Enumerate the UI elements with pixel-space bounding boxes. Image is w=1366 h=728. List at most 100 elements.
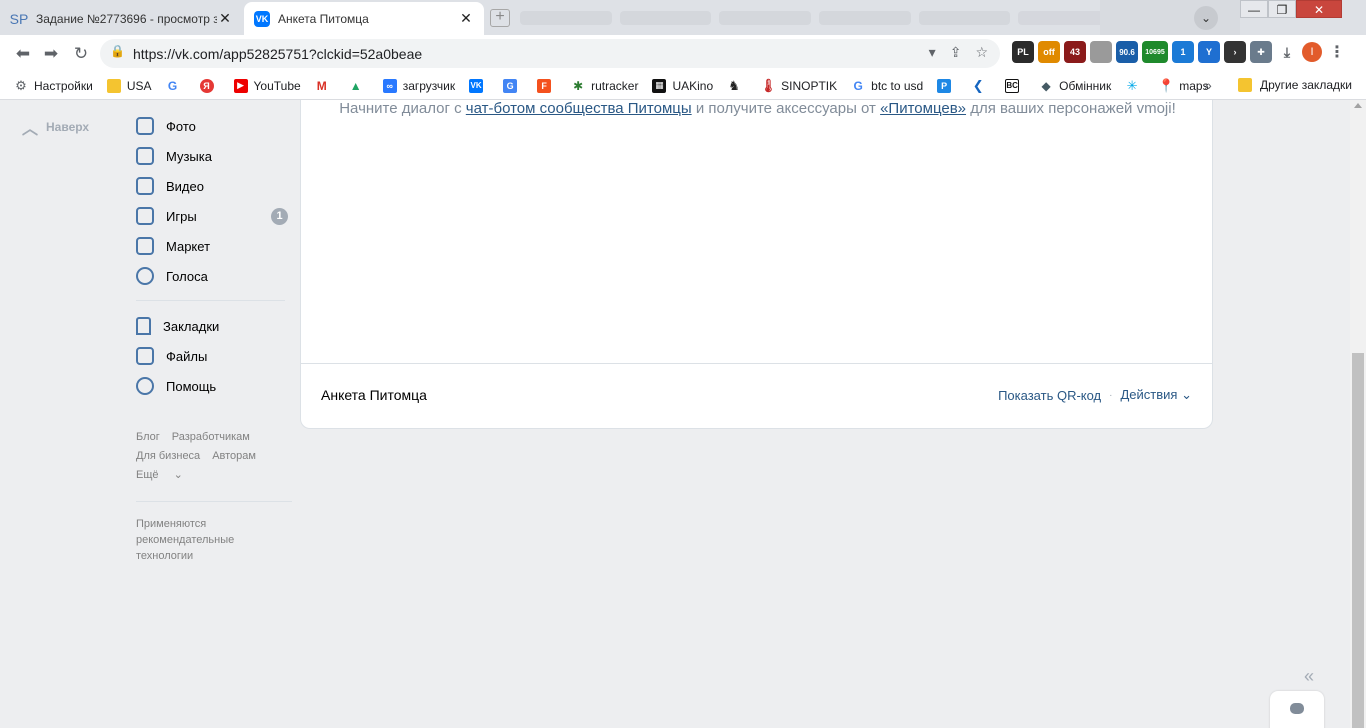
menu-item-help[interactable]: Помощь [136,371,288,401]
background-tab[interactable] [520,10,612,25]
footer-more-label: Ещё [136,469,159,481]
bookmark-gmail[interactable]: M [314,78,335,93]
menu-item-video[interactable]: Видео [136,171,288,201]
menu-item-market[interactable]: Маркет [136,231,288,261]
new-tab-button[interactable]: + [490,9,510,27]
footer-link-developers[interactable]: Разработчикам [172,431,250,443]
bookmark-vk[interactable]: VK [469,78,489,93]
menu-item-files[interactable]: Файлы [136,341,288,371]
show-qr-button[interactable]: Показать QR-код [998,388,1101,403]
bookmark-google[interactable]: G [165,78,186,93]
window-close-button[interactable]: ✕ [1296,0,1342,18]
back-arrow-icon[interactable]: ⬅ [12,43,34,65]
chatbot-link[interactable]: чат-ботом сообщества Питомцы [466,100,692,117]
background-tab[interactable] [619,10,712,25]
bookmark-sinoptik[interactable]: 🌡 SINOPTIK [760,78,837,93]
dropdown-icon[interactable]: ▾ [929,44,936,61]
extension-906-icon[interactable]: 90.6 [1116,41,1138,63]
tab-close-icon[interactable]: ✕ [217,10,233,27]
other-bookmarks[interactable]: Другие закладки [1238,78,1352,92]
reload-icon[interactable]: ↻ [70,43,92,65]
star-icon[interactable]: ☆ [975,44,988,61]
actions-dropdown[interactable]: Действия ⌄ [1121,387,1193,403]
background-tab[interactable] [719,10,812,25]
bookmark-btc[interactable]: Gbtc to usd [851,78,923,93]
footer-link-authors[interactable]: Авторам [212,450,256,462]
bookmark-maps[interactable]: 📍 maps [1158,78,1209,93]
footer-link-blog[interactable]: Блог [136,431,160,443]
bc-icon: BC [1005,78,1020,93]
bookmark-arrow[interactable]: ❮ [971,78,991,93]
restore-button[interactable]: ❐ [1268,0,1296,18]
menu-dots-icon[interactable]: ⋮ [1326,41,1348,63]
bookmark-zagruzchik[interactable]: ∞ загрузчик [382,78,455,93]
minimize-button[interactable]: — [1240,0,1268,18]
sp-favicon-icon: SP [9,10,29,27]
bookmark-obminnik[interactable]: ◆ Обмінник [1039,78,1111,93]
google-icon: G [851,78,866,93]
app-card: Начните диалог с чат-ботом сообщества Пи… [300,100,1213,429]
bookmark-settings[interactable]: ⚙ Настройки [14,78,93,93]
tab-zadanie[interactable]: SP Задание №2773696 - просмотр за ✕ [0,2,243,35]
google-icon: G [165,78,180,93]
background-tab[interactable] [819,10,911,25]
url-text[interactable]: https://vk.com/app52825751?clckid=52a0be… [133,46,422,62]
extension-pl-icon[interactable]: PL [1012,41,1034,63]
bookmark-drive[interactable]: ▲ [348,78,369,93]
bookmark-rutracker[interactable]: ✱ rutracker [571,78,638,93]
tab-search-button[interactable]: ⌄ [1194,6,1218,30]
extension-off-icon[interactable]: off [1038,41,1060,63]
menu-item-bookmarks[interactable]: Закладки [136,311,288,341]
menu-item-label: Музыка [166,148,212,164]
menu-item-votes[interactable]: Голоса [136,261,288,291]
page-scrollbar[interactable] [1350,100,1366,728]
extension-terminal-icon[interactable]: › [1224,41,1246,63]
collapse-chats-icon[interactable]: « [1304,666,1314,687]
bookmark-p[interactable]: P [937,78,957,93]
tab-close-icon[interactable]: ✕ [458,10,474,27]
music-icon [136,147,154,165]
file-icon [136,347,154,365]
extension-briefcase-icon[interactable] [1090,41,1112,63]
menu-item-games[interactable]: Игры 1 [136,201,288,231]
bookmark-youtube[interactable]: ▶ YouTube [233,78,301,93]
bookmark-bc[interactable]: BC [1005,78,1025,93]
puzzle-icon[interactable]: ✚ [1250,41,1272,63]
bookmark-star[interactable]: ✳ [1125,78,1145,93]
scroll-up-arrow-icon[interactable] [1354,103,1362,108]
bookmark-f[interactable]: F [537,78,557,93]
scroll-up-button[interactable]: ︿ Наверх [22,115,89,139]
extension-download-icon[interactable]: 1 [1172,41,1194,63]
address-bar[interactable]: 🔒 https://vk.com/app52825751?clckid=52a0… [100,39,1000,68]
share-icon[interactable]: ⇪ [950,44,962,61]
pets-link[interactable]: «Питомцев» [880,100,966,117]
menu-separator [136,300,285,301]
bookmark-chess[interactable]: ♞ [727,78,747,93]
background-tab[interactable] [918,10,1011,25]
downloads-icon[interactable]: ⤓ [1276,41,1298,63]
menu-item-photo[interactable]: Фото [136,111,288,141]
message-text: и получите аксессуары от [691,100,881,117]
footer-links: Блог Разработчикам Для бизнеса Авторам Ещё… [136,428,286,485]
bookmark-translate[interactable]: G [503,78,523,93]
extension-43-icon[interactable]: 43 [1064,41,1086,63]
f-icon: F [537,78,552,93]
extension-y-icon[interactable]: Y [1198,41,1220,63]
message-text: Начните диалог с [339,100,466,117]
bookmark-yandex[interactable]: Я [199,78,220,93]
scrollbar-thumb[interactable] [1352,353,1364,728]
tab-title: Задание №2773696 - просмотр за [36,11,217,26]
footer-link-more[interactable]: Ещё ⌄ [136,469,195,481]
extension-bitcoin-icon[interactable]: 10695 [1142,41,1168,63]
bookmark-uakino[interactable]: ▦ UAKino [652,78,713,93]
profile-avatar[interactable]: I [1302,42,1322,62]
forward-arrow-icon[interactable]: ➡ [40,43,62,65]
chevron-up-icon: ︿ [22,121,39,138]
bookmarks-more-button[interactable]: » [1204,77,1212,93]
menu-item-music[interactable]: Музыка [136,141,288,171]
background-tab[interactable] [1018,10,1111,25]
chat-button[interactable] [1270,691,1324,728]
footer-link-business[interactable]: Для бизнеса [136,450,200,462]
bookmark-usa[interactable]: USA [106,78,152,93]
tab-anketa[interactable]: VK Анкета Питомца ✕ [244,2,484,35]
